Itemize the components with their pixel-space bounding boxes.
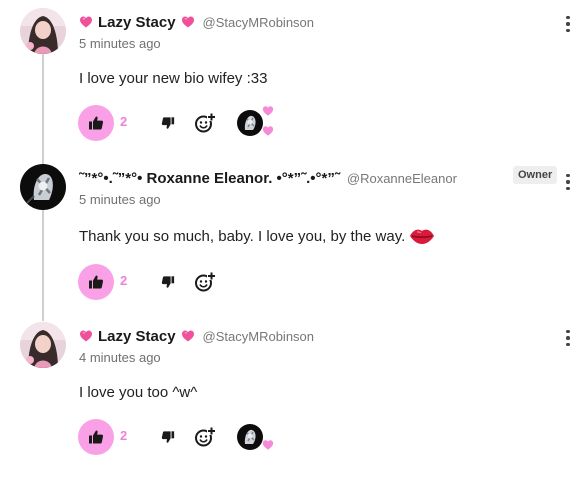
pink-heart-icon (181, 329, 195, 343)
author-handle[interactable]: @StacyMRobinson (203, 329, 314, 344)
add-reaction-icon[interactable] (194, 112, 216, 134)
avatar-stacy[interactable] (20, 322, 66, 368)
owner-badge: Owner (513, 166, 558, 184)
comment-header: Lazy Stacy @StacyMRobinson (79, 326, 314, 346)
comment-text-row: Thank you so much, baby. I love you, by … (79, 227, 435, 245)
thumbs-down-icon (161, 431, 175, 443)
comment-actions: 2 (78, 264, 298, 300)
more-options-button[interactable] (560, 328, 576, 348)
more-options-button[interactable] (560, 14, 576, 34)
like-button[interactable] (78, 419, 114, 455)
like-button[interactable] (78, 105, 114, 141)
creator-heart-indicator (234, 419, 274, 455)
comment-actions: 2 (78, 105, 298, 141)
comment-timestamp[interactable]: 5 minutes ago (79, 36, 161, 51)
thumbs-down-icon (161, 276, 175, 288)
comment-timestamp[interactable]: 4 minutes ago (79, 350, 161, 365)
avatar-stacy[interactable] (20, 8, 66, 54)
pink-heart-icon (79, 329, 93, 343)
pink-heart-icon (79, 15, 93, 29)
comment-text: I love your new bio wifey :33 (79, 70, 268, 87)
comment-header: Lazy Stacy @StacyMRobinson (79, 12, 314, 32)
comment-3: Lazy Stacy @StacyMRobinson 4 minutes ago… (0, 322, 585, 462)
avatar-roxanne[interactable] (20, 164, 66, 210)
creator-avatar (237, 424, 263, 450)
comment-actions: 2 (78, 419, 298, 455)
author-handle[interactable]: @StacyMRobinson (203, 15, 314, 30)
dislike-button[interactable] (158, 113, 178, 133)
pink-heart-icon (262, 126, 274, 136)
pink-heart-icon (262, 106, 274, 116)
like-count: 2 (120, 273, 128, 288)
author-name[interactable]: ˜”*°•.˜”*°• Roxanne Eleanor. •°*”˜.•°*”˜ (79, 170, 340, 187)
dislike-button[interactable] (158, 427, 178, 447)
thumbs-down-icon (161, 117, 175, 129)
thumbs-up-icon (89, 275, 104, 289)
add-reaction-icon[interactable] (194, 271, 216, 293)
comment-timestamp[interactable]: 5 minutes ago (79, 192, 161, 207)
like-button[interactable] (78, 264, 114, 300)
comment-1: Lazy Stacy @StacyMRobinson 5 minutes ago… (0, 8, 585, 148)
comment-text: I love you too ^w^ (79, 384, 198, 401)
pink-heart-icon (181, 15, 195, 29)
add-reaction-icon[interactable] (194, 426, 216, 448)
thumbs-up-icon (89, 116, 104, 130)
comment-text: Thank you so much, baby. I love you, by … (79, 227, 406, 245)
comment-2: ˜”*°•.˜”*°• Roxanne Eleanor. •°*”˜.•°*”˜… (0, 164, 585, 304)
author-name[interactable]: Lazy Stacy (98, 14, 176, 31)
like-count: 2 (120, 428, 128, 443)
like-count: 2 (120, 114, 128, 129)
more-options-button[interactable] (560, 172, 576, 192)
lips-emoji-icon (410, 229, 435, 244)
creator-heart-indicator (234, 105, 274, 141)
author-handle[interactable]: @RoxanneEleanor (347, 171, 457, 186)
comment-header: ˜”*°•.˜”*°• Roxanne Eleanor. •°*”˜.•°*”˜… (79, 168, 457, 188)
dislike-button[interactable] (158, 272, 178, 292)
creator-avatar (237, 110, 263, 136)
author-name[interactable]: Lazy Stacy (98, 328, 176, 345)
thumbs-up-icon (89, 430, 104, 444)
pink-heart-icon (262, 440, 274, 450)
